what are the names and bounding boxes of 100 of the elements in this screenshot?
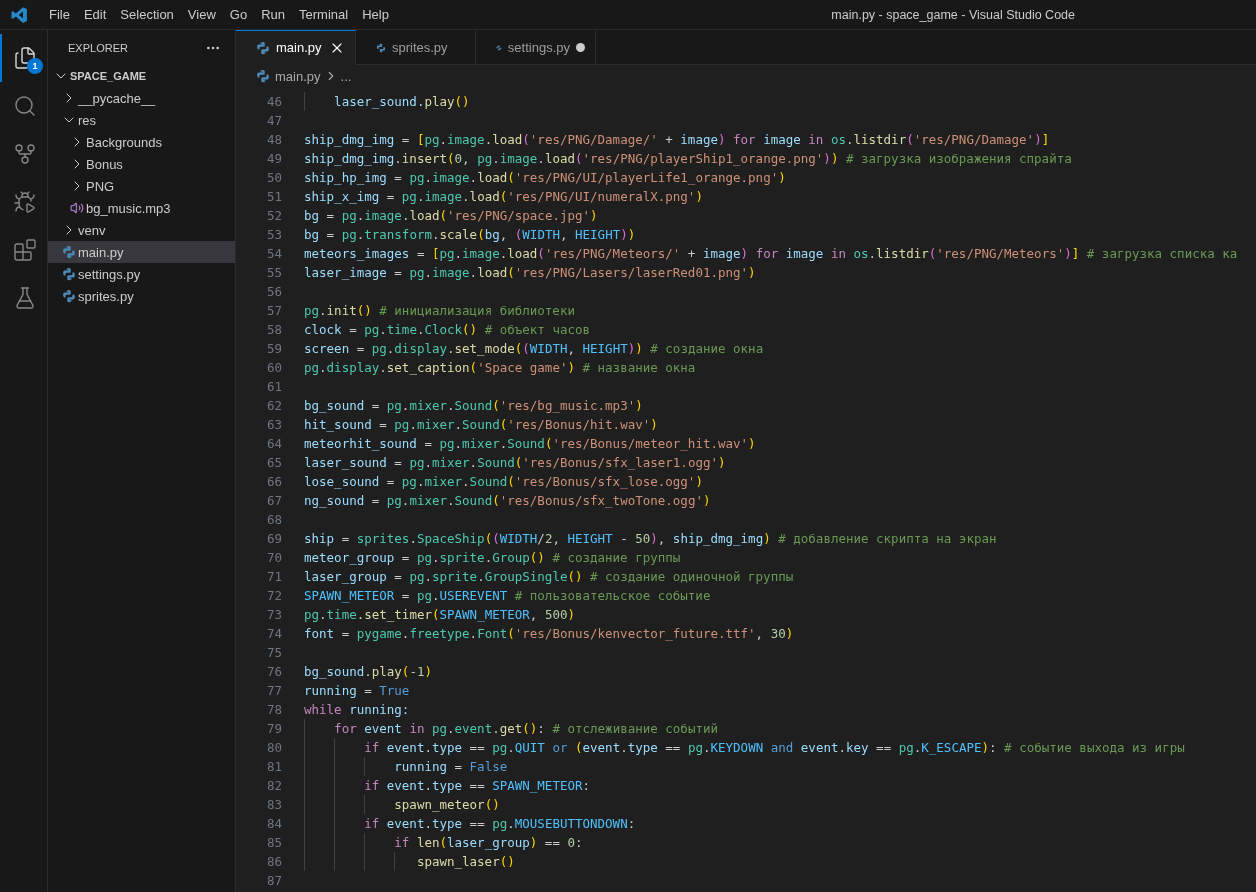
line-number: 75: [265, 645, 282, 660]
code-line: hit_sound = pg.mixer.Sound('res/Bonus/hit.wav'): [304, 416, 658, 434]
tree-item[interactable]: main.py: [48, 241, 235, 263]
line-number: 86: [265, 854, 282, 869]
code-line: pg.init() # инициализация библиотеки: [304, 302, 575, 320]
python-file-icon: [256, 40, 270, 55]
code-line: meteorhit_sound = pg.mixer.Sound('res/Bonus/meteor_hit.wav'): [304, 435, 756, 453]
line-number: 62: [265, 398, 282, 413]
sidebar-title: EXPLORER: [68, 41, 128, 54]
line-number: 66: [265, 474, 282, 489]
code-line: if event.type == pg.MOUSEBUTTONDOWN:: [363, 815, 636, 833]
line-number: 63: [265, 417, 282, 432]
tree-item[interactable]: SPACE_GAME: [48, 65, 235, 87]
line-number: 46: [265, 94, 282, 109]
menu-item[interactable]: Help: [355, 3, 396, 26]
menu-item[interactable]: Go: [222, 3, 255, 26]
line-number: 87: [265, 873, 282, 888]
code-line: ship_dmg_img = [pg.image.load('res/PNG/Damage/' + image) for image in os.listdir('res/PNG/Damage')]: [304, 131, 1050, 149]
line-number: 80: [265, 740, 282, 755]
line-number: 67: [265, 493, 282, 508]
run-debug-icon: [13, 190, 37, 214]
code-line: running = True: [304, 682, 410, 700]
blocks-icon: [13, 238, 37, 262]
code-line: bg = pg.transform.scale(bg, (WIDTH, HEIGHT)): [304, 226, 636, 244]
breadcrumb-item[interactable]: ...: [340, 68, 352, 84]
breadcrumb-item[interactable]: main.py: [256, 68, 321, 84]
line-number: 64: [265, 436, 282, 451]
code-line: ship = sprites.SpaceShip((WIDTH/2, HEIGHT - 50), ship_dmg_img) # добавление скрипта на экран: [304, 530, 997, 548]
python-file-icon: [61, 289, 76, 303]
branch-icon: [13, 142, 37, 166]
menu-item[interactable]: Selection: [113, 3, 181, 26]
line-number: 82: [265, 778, 282, 793]
logo-icon: [10, 5, 28, 24]
search-icon: [13, 94, 37, 118]
tree-item[interactable]: res: [48, 109, 235, 131]
line-number: 58: [265, 322, 282, 337]
line-number: 49: [265, 151, 282, 166]
line-number: 69: [265, 531, 282, 546]
menu-item[interactable]: Run: [254, 3, 292, 26]
line-number: 83: [265, 797, 282, 812]
code-line: while running:: [304, 701, 410, 719]
line-number: 55: [265, 265, 282, 280]
menu-item[interactable]: View: [180, 3, 223, 26]
code-line: laser_sound.play(): [333, 93, 470, 111]
code-line: bg = pg.image.load('res/PNG/space.jpg'): [304, 207, 598, 225]
line-number: 47: [265, 113, 282, 128]
line-number: 79: [265, 721, 282, 736]
menu-item[interactable]: File: [42, 3, 77, 26]
code-line: if event.type == pg.QUIT or (event.type == pg.KEYDOWN and event.key == pg.K_ESCAPE): # событие выхода из игры: [363, 739, 1185, 757]
line-number: 72: [265, 588, 282, 603]
line-number: 57: [265, 303, 282, 318]
line-number: 84: [265, 816, 282, 831]
python-file-icon: [256, 69, 270, 83]
menu-item[interactable]: Edit: [76, 3, 114, 26]
tree-item[interactable]: PNG: [48, 175, 235, 197]
code-line: laser_group = pg.sprite.GroupSingle() # создание одиночной группы: [304, 568, 794, 586]
line-number: 61: [265, 379, 282, 394]
tree-item[interactable]: sprites.py: [48, 285, 235, 307]
code-line: if len(laser_group) == 0:: [393, 834, 583, 852]
code-line: running = False: [393, 758, 508, 776]
code-line: lose_sound = pg.mixer.Sound('res/Bonus/sfx_lose.ogg'): [304, 473, 703, 491]
python-file-icon: [61, 245, 76, 259]
line-number: 77: [265, 683, 282, 698]
line-number: 73: [265, 607, 282, 622]
tree-item[interactable]: venv: [48, 219, 235, 241]
code-line: font = pygame.freetype.Font('res/Bonus/kenvector_future.ttf', 30): [304, 625, 794, 643]
line-number: 54: [265, 246, 282, 261]
code-line: pg.display.set_caption('Space game') # название окна: [304, 359, 696, 377]
code-line: laser_sound = pg.mixer.Sound('res/Bonus/sfx_laser1.ogg'): [304, 454, 726, 472]
tree-item[interactable]: Bonus: [48, 153, 235, 175]
line-number: 70: [265, 550, 282, 565]
code-line: SPAWN_METEOR = pg.USEREVENT # пользовательское событие: [304, 587, 711, 605]
editor-tab[interactable]: sprites.py: [356, 30, 476, 65]
code-line: meteors_images = [pg.image.load('res/PNG/Meteors/' + image) for image in os.listdir('res/PNG/Meteors')] # загрузка списка ка: [304, 245, 1238, 263]
line-number: 81: [265, 759, 282, 774]
line-number: 65: [265, 455, 282, 470]
code-line: clock = pg.time.Clock() # объект часов: [304, 321, 591, 339]
code-line: bg_sound.play(-1): [304, 663, 432, 681]
tree-item[interactable]: __pycache__: [48, 87, 235, 109]
python-file-icon: [61, 267, 76, 281]
code-line: bg_sound = pg.mixer.Sound('res/bg_music.mp3'): [304, 397, 643, 415]
line-number: 85: [265, 835, 282, 850]
code-line: ng_sound = pg.mixer.Sound('res/Bonus/sfx_twoTone.ogg'): [304, 492, 711, 510]
speaker-icon: [69, 201, 84, 215]
editor-tab[interactable]: settings.py: [476, 30, 596, 65]
line-number: 76: [265, 664, 282, 679]
menu-item[interactable]: Terminal: [292, 3, 356, 26]
files-icon: [13, 46, 37, 70]
code-line: spawn_meteor(): [393, 796, 500, 814]
tree-item[interactable]: settings.py: [48, 263, 235, 285]
line-number: 59: [265, 341, 282, 356]
line-number: 52: [265, 208, 282, 223]
tree-item[interactable]: Backgrounds: [48, 131, 235, 153]
code-line: ship_hp_img = pg.image.load('res/PNG/UI/playerLife1_orange.png'): [304, 169, 786, 187]
line-number: 56: [265, 284, 282, 299]
notification-badge: 1: [27, 58, 43, 74]
code-line: laser_image = pg.image.load('res/PNG/Lasers/laserRed01.png'): [304, 264, 756, 282]
editor-tab[interactable]: main.py: [236, 30, 356, 65]
tree-item[interactable]: bg_music.mp3: [48, 197, 235, 219]
line-number: 68: [265, 512, 282, 527]
